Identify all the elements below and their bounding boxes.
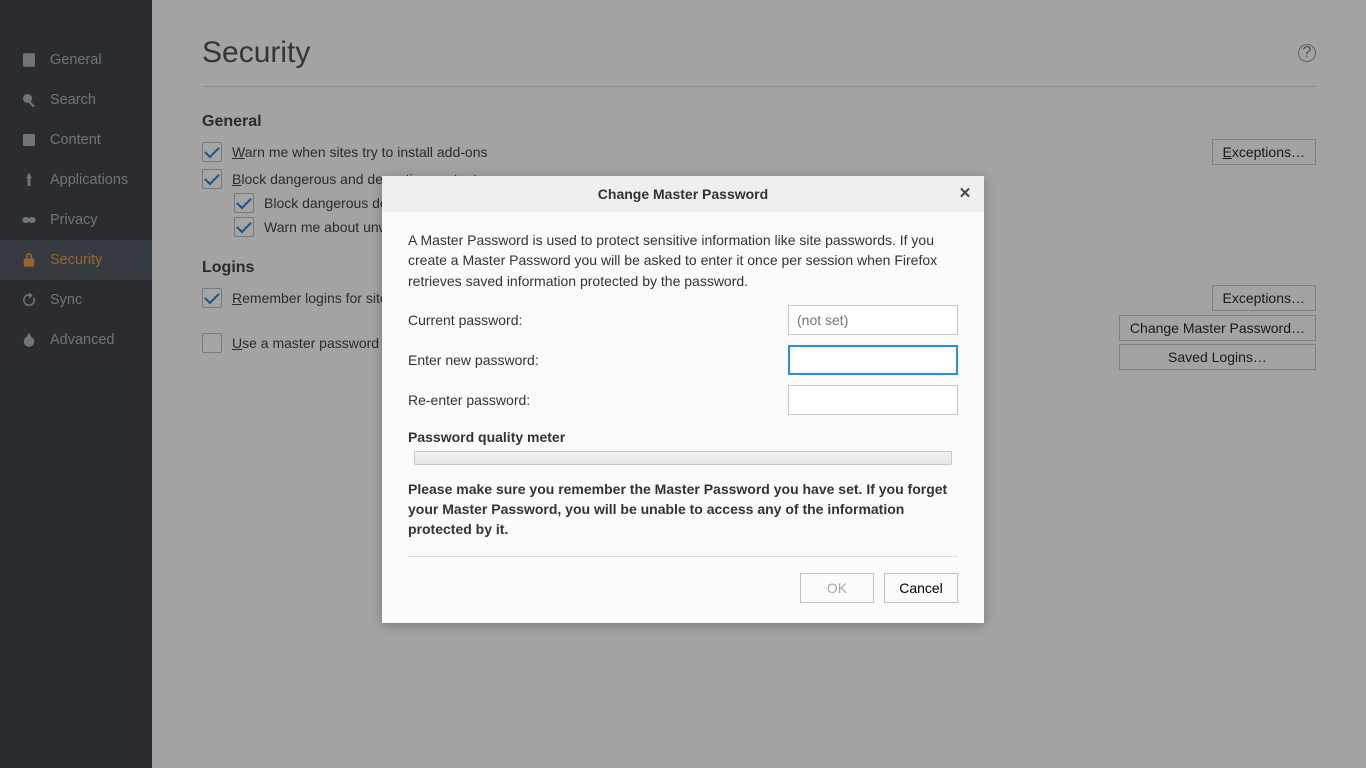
dialog-title: Change Master Password <box>598 186 768 202</box>
cancel-button[interactable]: Cancel <box>884 573 958 603</box>
current-password-label: Current password: <box>408 312 522 328</box>
dialog-actions: OK Cancel <box>408 573 958 603</box>
modal-overlay: Change Master Password ✕ A Master Passwo… <box>0 0 1366 768</box>
password-quality-meter <box>414 451 952 465</box>
change-master-password-dialog: Change Master Password ✕ A Master Passwo… <box>382 176 984 623</box>
new-password-input[interactable] <box>788 345 958 375</box>
new-password-label: Enter new password: <box>408 352 539 368</box>
reenter-password-row: Re-enter password: <box>408 385 958 415</box>
current-password-row: Current password: <box>408 305 958 335</box>
dialog-header: Change Master Password ✕ <box>382 176 984 212</box>
current-password-input <box>788 305 958 335</box>
ok-button: OK <box>800 573 874 603</box>
dialog-body: A Master Password is used to protect sen… <box>382 212 984 623</box>
reenter-password-label: Re-enter password: <box>408 392 530 408</box>
dialog-intro-text: A Master Password is used to protect sen… <box>408 230 958 291</box>
password-meter-label: Password quality meter <box>408 429 958 445</box>
close-icon[interactable]: ✕ <box>952 180 978 206</box>
dialog-warning-text: Please make sure you remember the Master… <box>408 479 958 557</box>
new-password-row: Enter new password: <box>408 345 958 375</box>
reenter-password-input[interactable] <box>788 385 958 415</box>
